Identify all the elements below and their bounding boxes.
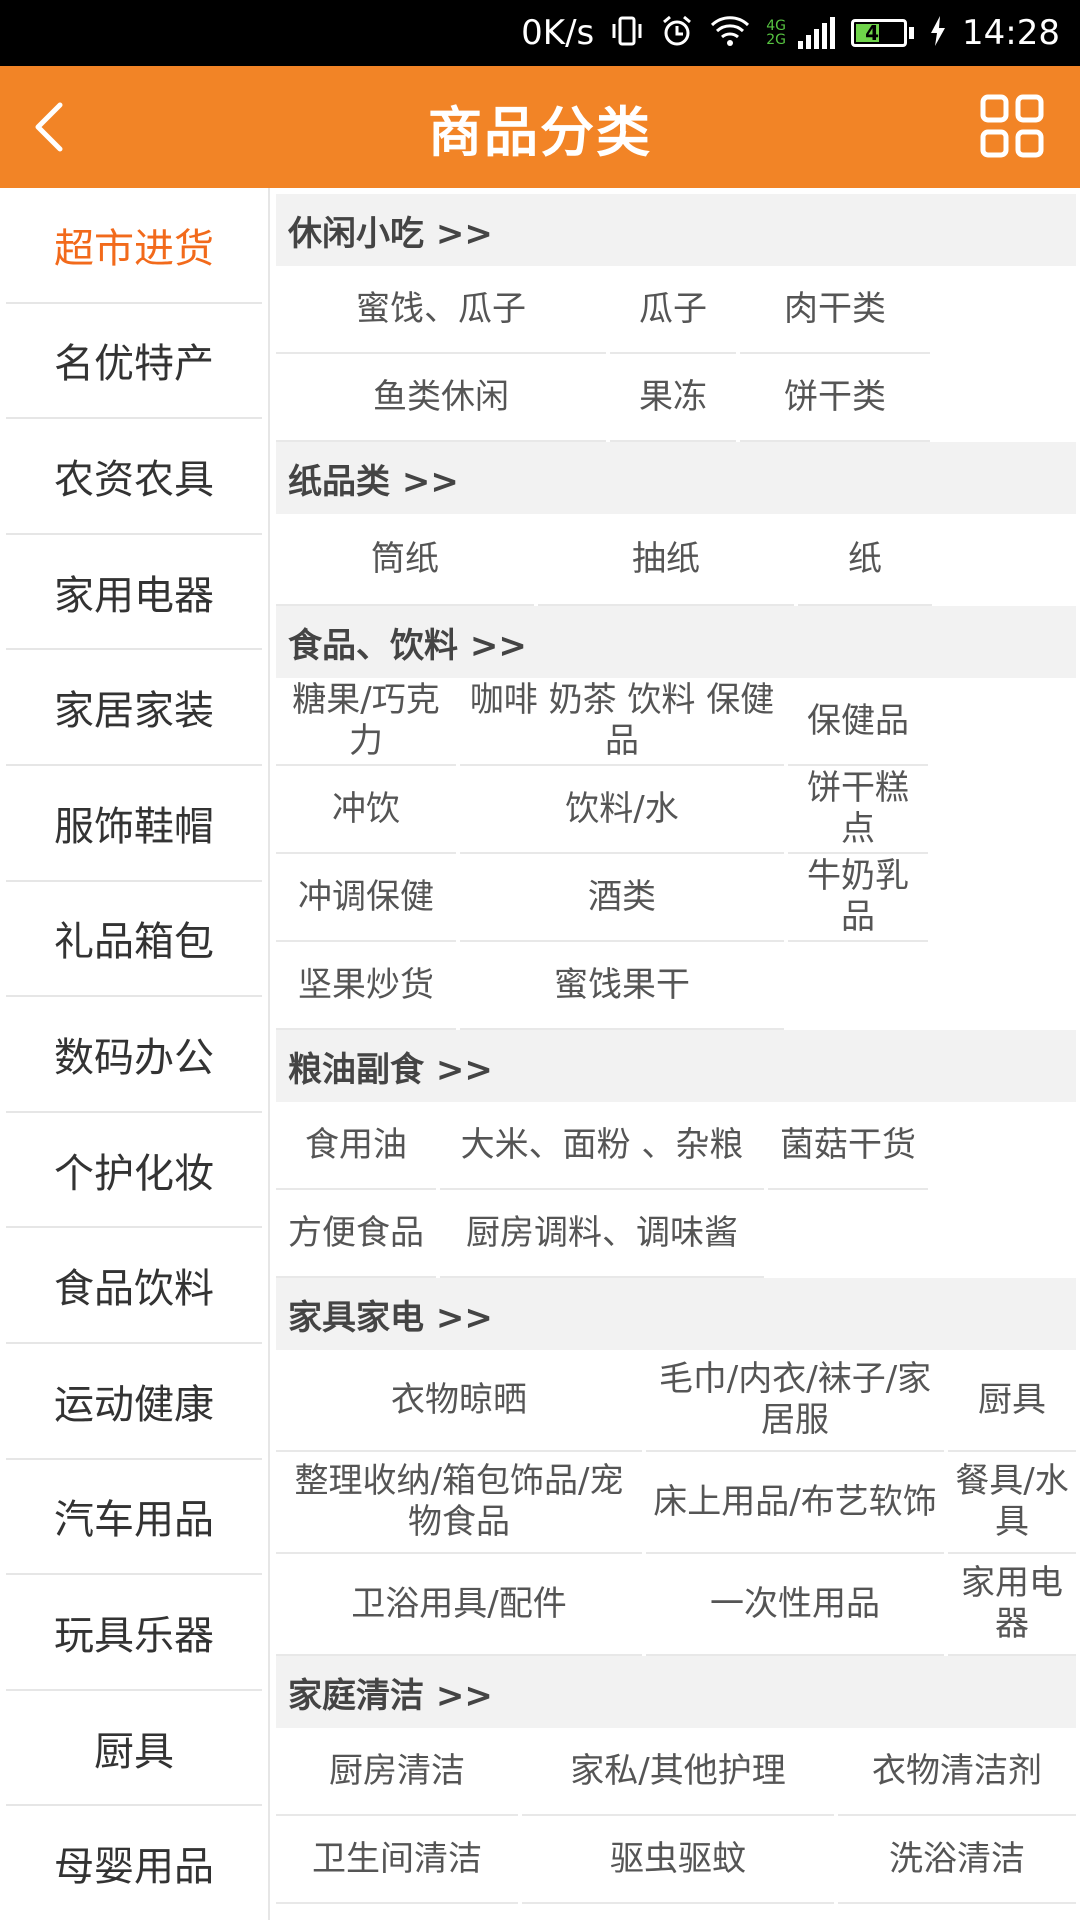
subcategory-item[interactable]: 抽纸 <box>538 514 794 606</box>
subcategory-item[interactable]: 卫生间清洁 <box>276 1816 518 1904</box>
subcategory-item[interactable]: 蜜饯、瓜子 <box>276 266 606 354</box>
back-button[interactable] <box>18 88 78 166</box>
subcategory-item[interactable]: 饼干糕点 <box>788 766 928 854</box>
subcategory-item[interactable]: 糖果/巧克力 <box>276 678 456 766</box>
subcategory-item[interactable]: 卫浴用具/配件 <box>276 1554 642 1656</box>
sidebar-item[interactable]: 玩具乐器 <box>6 1575 262 1691</box>
subcategory-item[interactable]: 驱虫驱蚊 <box>522 1816 834 1904</box>
subcategory-item[interactable]: 家私/其他护理 <box>522 1728 834 1816</box>
sidebar-item[interactable]: 家居家装 <box>6 650 262 766</box>
subcategory-item[interactable]: 饼干类 <box>740 354 930 442</box>
subcategory-item[interactable]: 蜜饯果干 <box>460 942 784 1030</box>
section-header[interactable]: 休闲小吃 >> <box>276 194 1076 266</box>
subcategory-item[interactable]: 保健品 <box>788 678 928 766</box>
sidebar-item[interactable]: 农资农具 <box>6 419 262 535</box>
subcategory-item[interactable]: 鱼类休闲 <box>276 354 606 442</box>
vibrate-icon <box>610 14 644 53</box>
subcategory-item <box>768 1190 928 1278</box>
subcategory-item[interactable]: 床上用品/布艺软饰 <box>646 1452 944 1554</box>
network-2g: 2G <box>766 32 787 48</box>
sidebar-item[interactable]: 家用电器 <box>6 535 262 651</box>
sidebar-item[interactable]: 服饰鞋帽 <box>6 766 262 882</box>
sidebar-item[interactable]: 汽车用品 <box>6 1460 262 1576</box>
network-4g: 4G <box>766 18 787 34</box>
grid-icon <box>980 94 1044 158</box>
clock: 14:28 <box>962 13 1060 53</box>
page-title: 商品分类 <box>428 100 652 164</box>
subcategory-item[interactable]: 饮料/水 <box>460 766 784 854</box>
category-sidebar: 超市进货 名优特产 农资农具 家用电器 家居家装 服饰鞋帽 礼品箱包 数码办公 个护化妆 食品饮料… <box>0 188 270 1920</box>
signal-icon <box>798 17 836 49</box>
grid-view-button[interactable] <box>980 94 1044 158</box>
battery-icon: 47 <box>851 19 915 47</box>
subcategory-grid: 衣物晾晒 毛巾/内衣/袜子/家居服 厨具整理收纳/箱包饰品/宠物食品 床上用品/布艺软… <box>276 1350 1076 1656</box>
subcategory-item[interactable]: 果冻 <box>610 354 736 442</box>
subcategory-item[interactable]: 方便食品 <box>276 1190 436 1278</box>
subcategory-item[interactable]: 餐具/水具 <box>948 1452 1076 1554</box>
subcategory-item[interactable]: 牛奶乳品 <box>788 854 928 942</box>
subcategory-grid: 糖果/巧克力 咖啡 奶茶 饮料 保健品 保健品冲饮 饮料/水 饼干糕点冲调保健 酒类 牛奶乳… <box>276 678 1076 1030</box>
subcategory-item[interactable]: 衣物清洁剂 <box>838 1728 1076 1816</box>
sidebar-item[interactable]: 数码办公 <box>6 997 262 1113</box>
subcategory-item[interactable]: 瓜子 <box>610 266 736 354</box>
wifi-icon <box>710 15 750 52</box>
subcategory-item <box>788 942 928 1030</box>
sidebar-item[interactable]: 母婴用品 <box>6 1806 262 1920</box>
section-header[interactable]: 家庭清洁 >> <box>276 1656 1076 1728</box>
sidebar-item[interactable]: 个护化妆 <box>6 1113 262 1229</box>
chevron-left-icon <box>35 102 63 152</box>
subcategory-item[interactable]: 坚果炒货 <box>276 942 456 1030</box>
subcategory-item[interactable]: 肉干类 <box>740 266 930 354</box>
subcategory-item[interactable]: 菌菇干货 <box>768 1102 928 1190</box>
subcategory-item[interactable]: 冲调保健 <box>276 854 456 942</box>
sidebar-item[interactable]: 名优特产 <box>6 304 262 420</box>
subcategory-item[interactable]: 一次性用品 <box>646 1554 944 1656</box>
subcategory-item[interactable]: 厨具 <box>948 1350 1076 1452</box>
subcategory-item[interactable]: 家用电器 <box>948 1554 1076 1656</box>
sidebar-item[interactable]: 食品饮料 <box>6 1228 262 1344</box>
subcategory-item[interactable]: 衣物晾晒 <box>276 1350 642 1452</box>
subcategory-item[interactable]: 筒纸 <box>276 514 534 606</box>
battery-level: 47 <box>865 21 893 45</box>
subcategory-grid: 蜜饯、瓜子 瓜子 肉干类鱼类休闲 果冻 饼干类 <box>276 266 1076 442</box>
subcategory-item[interactable]: 洗浴清洁 <box>838 1816 1076 1904</box>
alarm-icon <box>660 14 694 53</box>
section-header[interactable]: 纸品类 >> <box>276 442 1076 514</box>
section-header[interactable]: 粮油副食 >> <box>276 1030 1076 1102</box>
sidebar-item[interactable]: 礼品箱包 <box>6 882 262 998</box>
subcategory-panel: 休闲小吃 >> 蜜饯、瓜子 瓜子 肉干类鱼类休闲 果冻 饼干类 纸品类 >> 筒纸 抽纸纸食品、… <box>276 194 1076 1920</box>
sidebar-item[interactable]: 运动健康 <box>6 1344 262 1460</box>
subcategory-grid: 食用油 大米、面粉 、杂粮 菌菇干货方便食品 厨房调料、调味酱 <box>276 1102 1076 1278</box>
status-bar: 0K/s 4G 2G 47 14:28 <box>0 0 1080 66</box>
subcategory-item[interactable]: 酒类 <box>460 854 784 942</box>
section-header[interactable]: 食品、饮料 >> <box>276 606 1076 678</box>
network-type: 4G 2G <box>766 19 786 47</box>
subcategory-item[interactable]: 冲饮 <box>276 766 456 854</box>
subcategory-grid: 筒纸 抽纸纸 <box>276 514 1076 606</box>
sidebar-item[interactable]: 厨具 <box>6 1691 262 1807</box>
subcategory-item[interactable]: 厨房清洁 <box>276 1728 518 1816</box>
subcategory-item[interactable]: 纸 <box>798 514 932 606</box>
app-header: 商品分类 <box>0 66 1080 188</box>
subcategory-item[interactable]: 厨房调料、调味酱 <box>440 1190 764 1278</box>
section-header[interactable]: 家具家电 >> <box>276 1278 1076 1350</box>
network-speed: 0K/s <box>521 13 595 53</box>
charging-icon <box>930 15 946 51</box>
subcategory-item[interactable]: 咖啡 奶茶 饮料 保健品 <box>460 678 784 766</box>
subcategory-item[interactable]: 大米、面粉 、杂粮 <box>440 1102 764 1190</box>
subcategory-item[interactable]: 毛巾/内衣/袜子/家居服 <box>646 1350 944 1452</box>
sidebar-item[interactable]: 超市进货 <box>6 188 262 304</box>
subcategory-grid: 厨房清洁 家私/其他护理 衣物清洁剂卫生间清洁 驱虫驱蚊 洗浴清洁 <box>276 1728 1076 1904</box>
subcategory-item[interactable]: 食用油 <box>276 1102 436 1190</box>
subcategory-item[interactable]: 整理收纳/箱包饰品/宠物食品 <box>276 1452 642 1554</box>
